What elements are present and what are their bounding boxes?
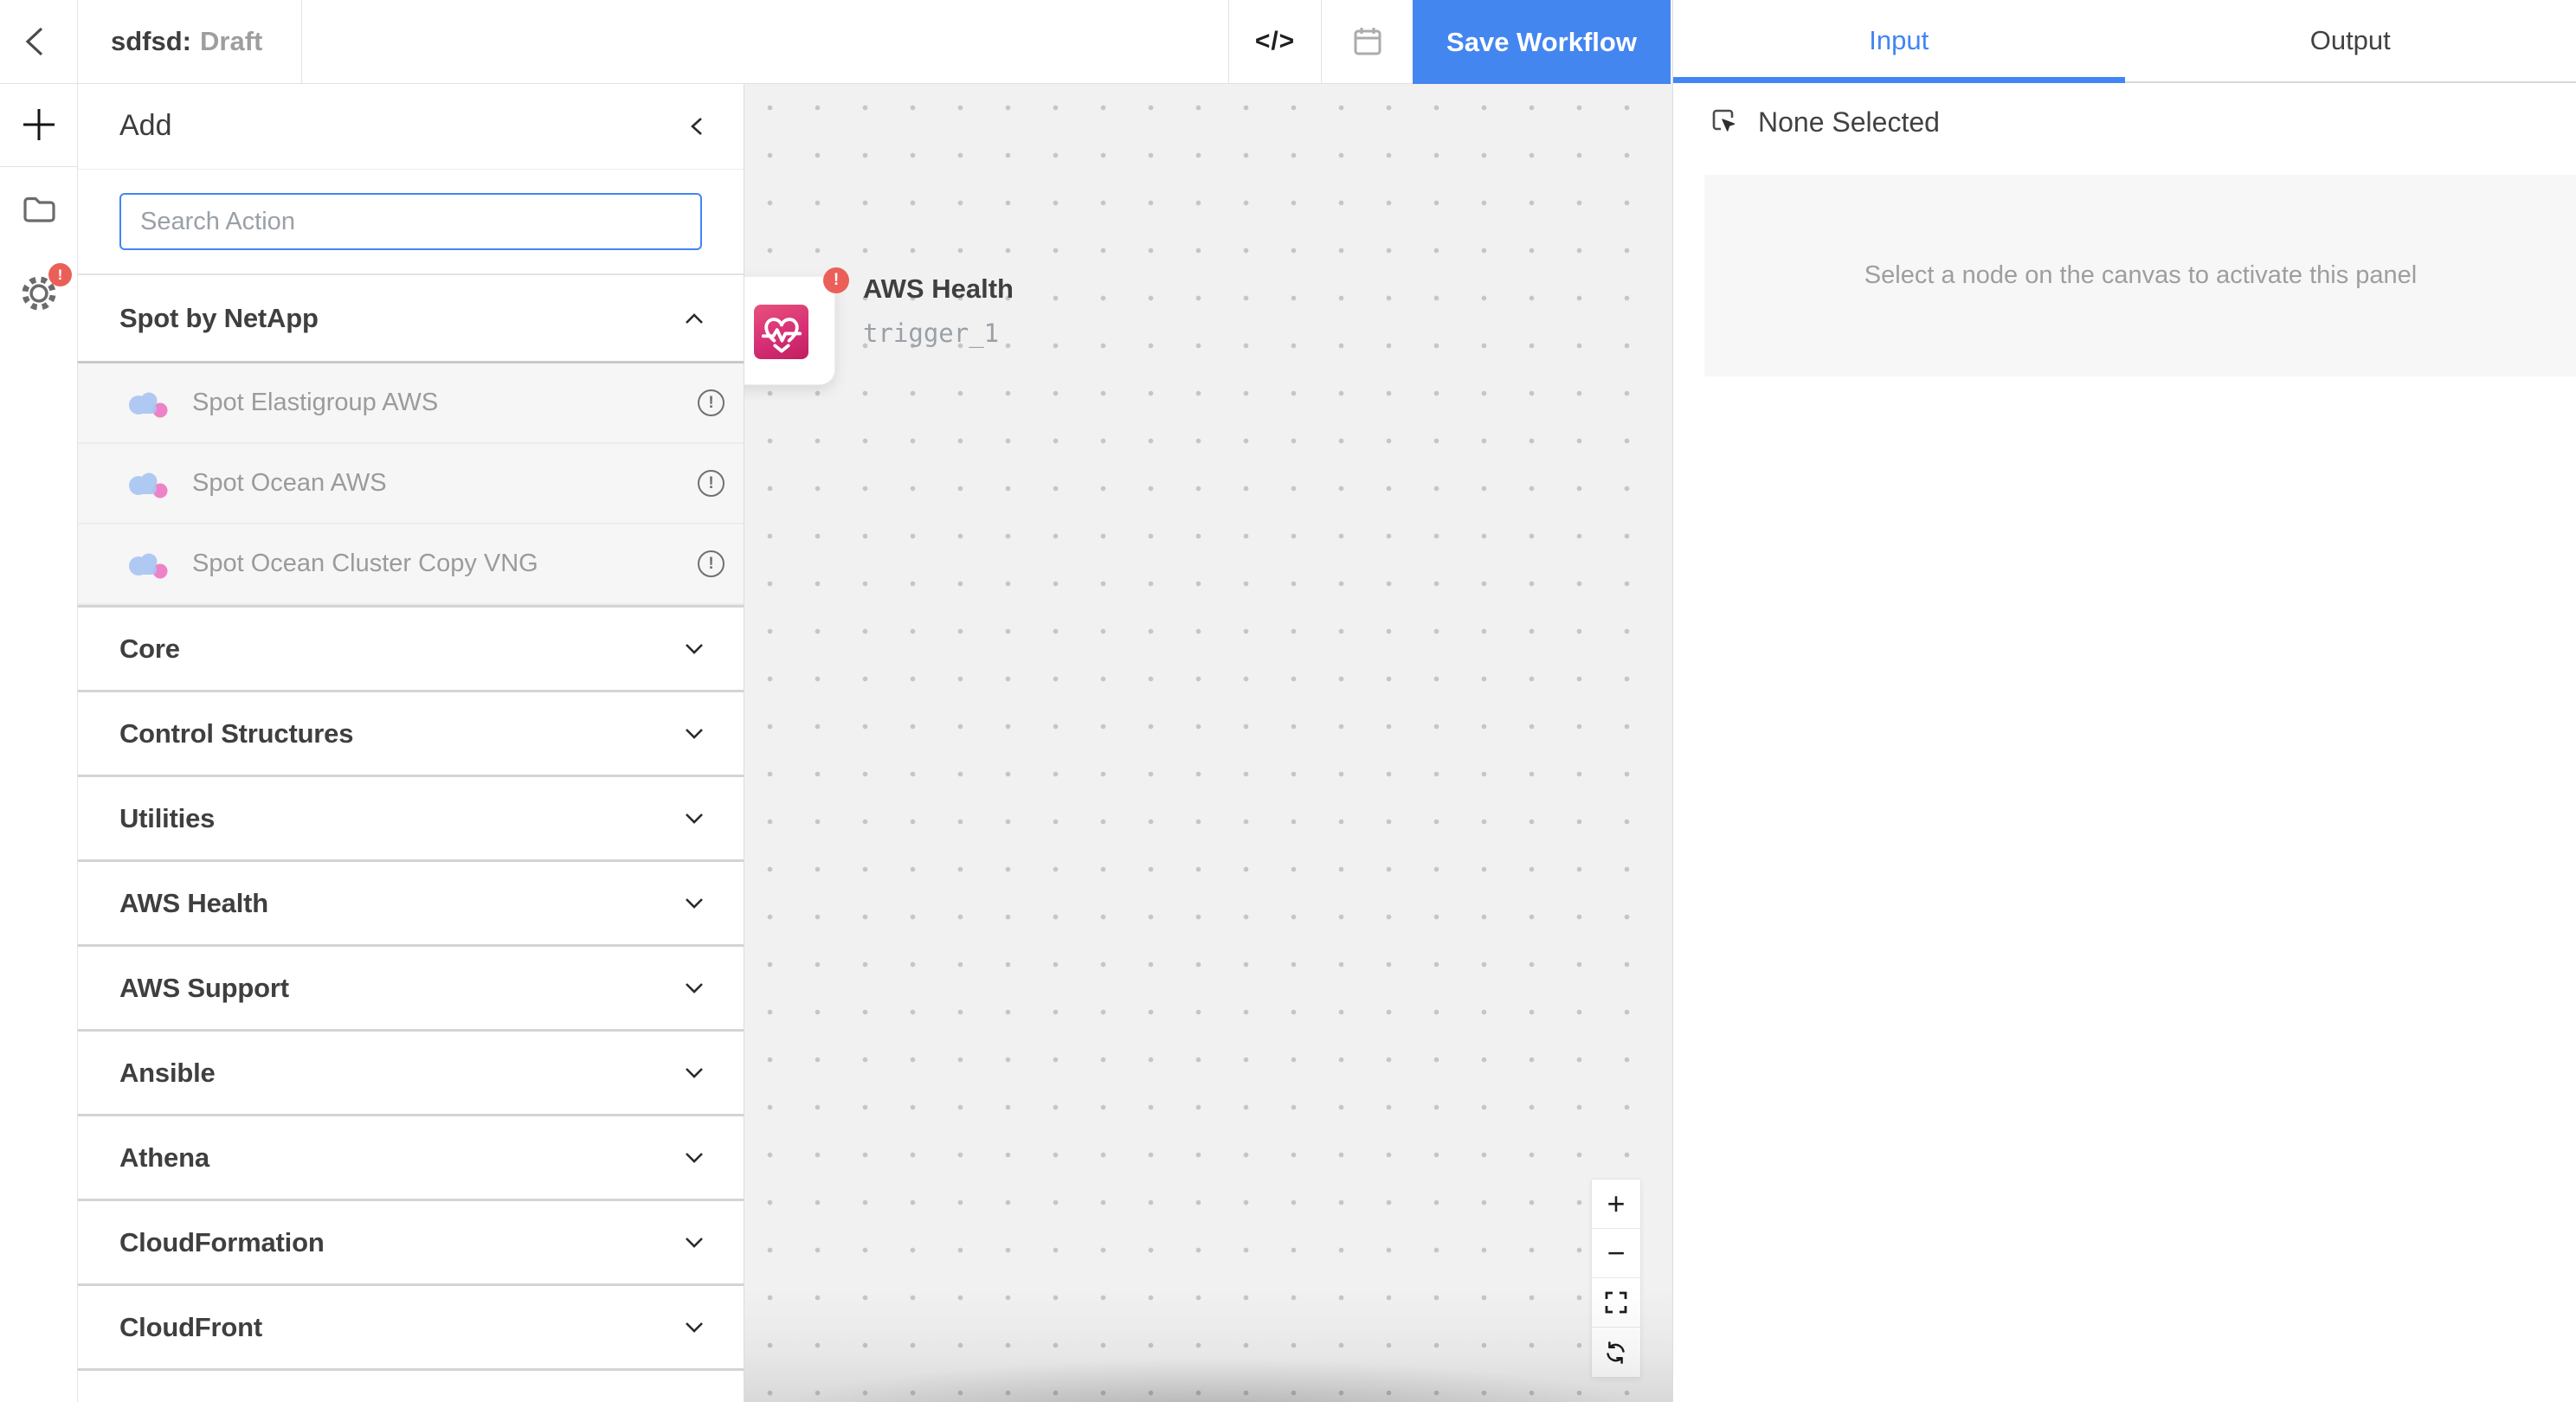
spot-cloud-icon (126, 550, 170, 579)
zoom-out-button[interactable]: − (1592, 1229, 1640, 1278)
empty-state-box: Select a node on the canvas to activate … (1704, 175, 2576, 376)
reset-view-button[interactable] (1592, 1328, 1640, 1377)
chevron-down-icon (683, 896, 705, 911)
category-label: CloudWatch (119, 1397, 274, 1402)
canvas-controls: + − (1591, 1179, 1641, 1378)
workflow-name: sdfsd: (111, 26, 191, 57)
fullscreen-icon (1603, 1289, 1629, 1315)
chevron-down-icon (683, 726, 705, 742)
category-cloudfront[interactable]: CloudFront (78, 1283, 744, 1368)
search-section (78, 170, 744, 275)
collapse-panel-button[interactable] (686, 114, 709, 138)
heart-pulse-icon (760, 311, 803, 354)
chevron-down-icon (683, 1150, 705, 1166)
empty-state-hint: Select a node on the canvas to activate … (1864, 261, 2417, 290)
chevron-down-icon (683, 641, 705, 657)
add-actions-panel: Add Spot by NetApp (78, 83, 744, 1402)
settings-alert-badge: ! (48, 263, 72, 286)
category-cloudwatch[interactable]: CloudWatch (78, 1368, 744, 1402)
node-error-badge: ! (823, 267, 849, 293)
schedule-button[interactable] (1321, 0, 1413, 83)
workflow-status: Draft (200, 26, 262, 57)
category-label: CloudFront (119, 1312, 262, 1343)
category-cloudformation[interactable]: CloudFormation (78, 1199, 744, 1283)
fit-view-button[interactable] (1592, 1278, 1640, 1328)
inspector-tabs: Input Output (1673, 0, 2576, 83)
category-core[interactable]: Core (78, 605, 744, 690)
category-label: Core (119, 633, 180, 665)
selection-status-label: None Selected (1758, 106, 1940, 138)
save-workflow-button[interactable]: Save Workflow (1413, 0, 1671, 84)
code-view-button[interactable]: </> (1228, 0, 1321, 83)
folder-icon (19, 190, 59, 229)
warning-icon: ! (698, 389, 724, 416)
category-label: Spot by NetApp (119, 303, 319, 334)
list-item-label: Spot Ocean AWS (192, 469, 387, 498)
left-rail: ! (0, 83, 78, 1402)
inspector-panel: Input Output None Selected Select a node… (1672, 0, 2576, 1402)
plus-icon (19, 105, 59, 145)
workflow-editor: ! AWS Health trigger_1 + − (0, 0, 2576, 1402)
workflows-folder-button[interactable] (0, 167, 77, 251)
category-label: Ansible (119, 1058, 216, 1089)
chevron-up-icon (683, 311, 705, 326)
chevron-down-icon (683, 981, 705, 996)
chevron-down-icon (683, 1320, 705, 1335)
category-aws-support[interactable]: AWS Support (78, 944, 744, 1029)
add-panel-title: Add (119, 109, 172, 143)
node-title: AWS Health (863, 273, 1014, 305)
add-panel-header: Add (78, 83, 744, 170)
category-label: Utilities (119, 803, 215, 834)
list-item-label: Spot Ocean Cluster Copy VNG (192, 550, 538, 578)
category-athena[interactable]: Athena (78, 1114, 744, 1199)
settings-button[interactable]: ! (0, 251, 77, 335)
list-item-spot-ocean-cluster-copy-vng[interactable]: Spot Ocean Cluster Copy VNG ! (78, 524, 744, 605)
select-cursor-icon (1708, 106, 1739, 138)
zoom-in-button[interactable]: + (1592, 1180, 1640, 1229)
list-item-spot-elastigroup-aws[interactable]: Spot Elastigroup AWS ! (78, 363, 744, 444)
category-label: Athena (119, 1142, 209, 1174)
category-label: AWS Health (119, 888, 268, 919)
list-item-spot-ocean-aws[interactable]: Spot Ocean AWS ! (78, 444, 744, 524)
new-workflow-button[interactable] (0, 83, 77, 167)
reset-icon (1603, 1340, 1629, 1366)
chevron-down-icon (683, 811, 705, 826)
category-spot-by-netapp[interactable]: Spot by NetApp (78, 275, 744, 361)
aws-health-node-icon (754, 305, 808, 359)
category-aws-health[interactable]: AWS Health (78, 859, 744, 944)
spot-items-list: Spot Elastigroup AWS ! Spot Ocean AWS ! (78, 361, 744, 605)
category-label: CloudFormation (119, 1227, 325, 1258)
top-header: sdfsd: Draft </> Save Workflow (0, 0, 1672, 84)
category-label: Control Structures (119, 718, 353, 749)
node-label: AWS Health trigger_1 (863, 273, 1014, 348)
tab-output[interactable]: Output (2125, 0, 2576, 81)
warning-icon: ! (698, 470, 724, 497)
spot-cloud-icon (126, 389, 170, 418)
back-button[interactable] (0, 0, 78, 83)
code-icon: </> (1255, 27, 1295, 56)
chevron-left-icon (686, 114, 709, 138)
workflow-title: sdfsd: Draft (78, 0, 302, 83)
chevron-down-icon (683, 1065, 705, 1081)
node-id: trigger_1 (863, 318, 1014, 348)
calendar-icon (1349, 23, 1386, 60)
category-control-structures[interactable]: Control Structures (78, 690, 744, 775)
list-item-label: Spot Elastigroup AWS (192, 389, 438, 417)
category-label: AWS Support (119, 973, 289, 1004)
active-tab-underline (1673, 77, 2125, 83)
search-action-input[interactable] (119, 193, 702, 250)
chevron-left-icon (18, 21, 60, 62)
category-ansible[interactable]: Ansible (78, 1029, 744, 1114)
tab-input[interactable]: Input (1673, 0, 2125, 81)
selection-status: None Selected (1673, 83, 2576, 151)
category-utilities[interactable]: Utilities (78, 775, 744, 859)
warning-icon: ! (698, 550, 724, 577)
chevron-down-icon (683, 1235, 705, 1251)
spot-cloud-icon (126, 469, 170, 498)
